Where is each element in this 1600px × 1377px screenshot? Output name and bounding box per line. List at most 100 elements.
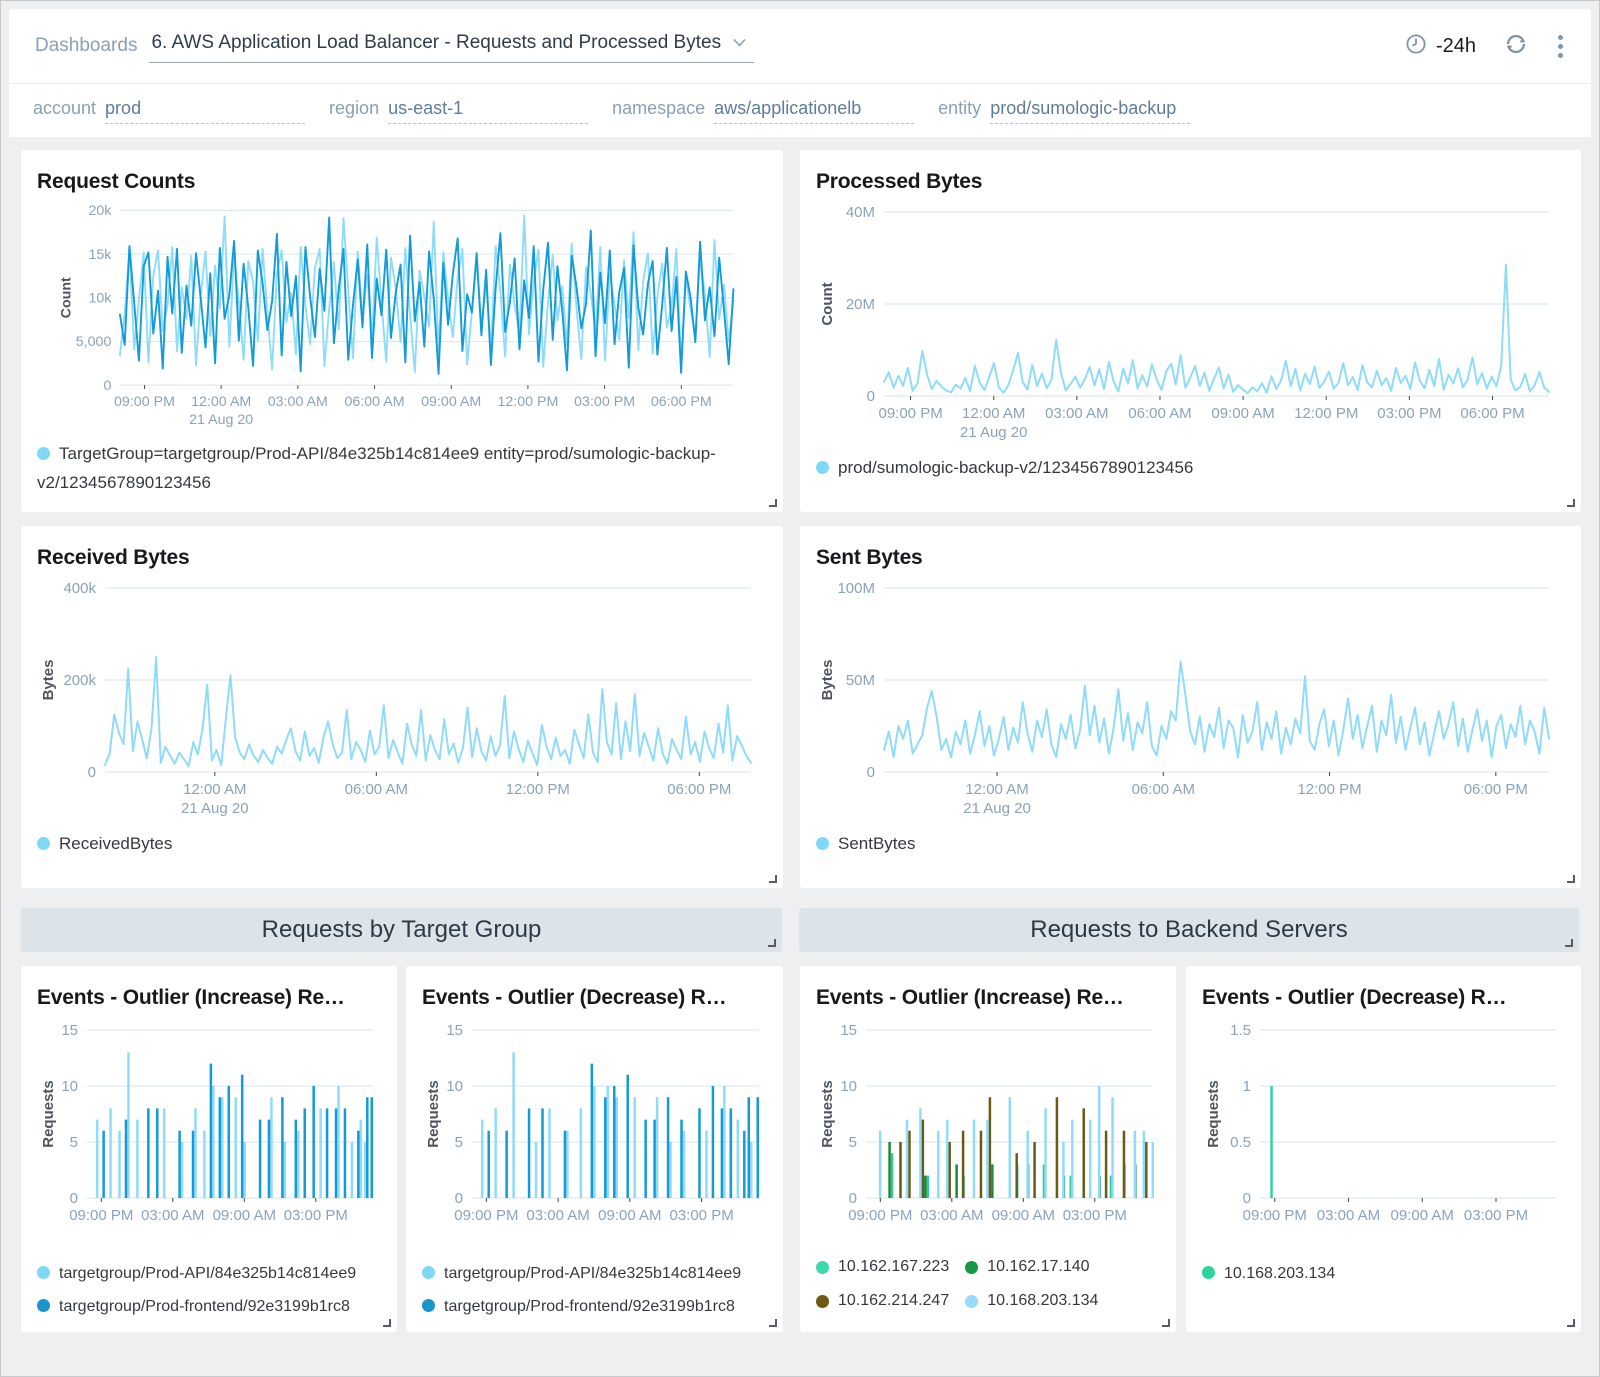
legend-item[interactable]: targetgroup/Prod-frontend/92e3199b1rc8 [422, 1298, 767, 1316]
svg-text:03:00 PM: 03:00 PM [1464, 1207, 1528, 1224]
legend-item[interactable]: targetgroup/Prod-API/84e325b14c814ee9 [422, 1265, 767, 1283]
svg-text:5,000: 5,000 [76, 334, 112, 350]
legend-item[interactable]: 10.168.203.134 [1202, 1265, 1565, 1283]
legend-dot-icon [37, 447, 50, 460]
panel-title: Events - Outlier (Increase) Re… [21, 966, 397, 1010]
legend-item[interactable]: targetgroup/Prod-frontend/92e3199b1rc8 [37, 1298, 381, 1316]
legend-label: 10.162.214.247 [838, 1292, 949, 1310]
svg-text:09:00 AM: 09:00 AM [213, 1207, 276, 1224]
received-bytes-chart[interactable]: 0200k400k12:00 AM21 Aug 2006:00 AM12:00 … [37, 576, 767, 826]
panel-title: Processed Bytes [800, 150, 1581, 194]
legend-dot-icon [816, 1295, 829, 1308]
svg-text:200k: 200k [63, 672, 96, 689]
chart-legend: prod/sumologic-backup-v2/123456789012345… [800, 450, 1581, 497]
legend-dot-icon [422, 1266, 435, 1279]
svg-text:40M: 40M [846, 204, 875, 221]
svg-text:06:00 AM: 06:00 AM [344, 394, 404, 410]
filter-entity: entity prod/sumologic-backup [938, 98, 1190, 124]
panel-outlier-increase-targetgroup: Events - Outlier (Increase) Re… 05101509… [21, 966, 397, 1332]
svg-text:Requests: Requests [1205, 1080, 1222, 1148]
legend-item[interactable]: prod/sumologic-backup-v2/123456789012345… [816, 458, 1193, 477]
filter-entity-value[interactable]: prod/sumologic-backup [990, 98, 1190, 124]
svg-text:06:00 PM: 06:00 PM [651, 394, 712, 410]
svg-text:03:00 AM: 03:00 AM [268, 394, 328, 410]
dashboard-title-dropdown[interactable]: 6. AWS Application Load Balancer - Reque… [149, 30, 754, 63]
svg-text:09:00 AM: 09:00 AM [598, 1207, 661, 1224]
svg-text:12:00 AM: 12:00 AM [965, 781, 1028, 798]
outlier-increase-targetgroup-chart[interactable]: 05101509:00 PM03:00 AM09:00 AM03:00 PMRe… [37, 1016, 381, 1246]
filter-namespace-value[interactable]: aws/applicationelb [714, 98, 914, 124]
legend-label: SentBytes [838, 834, 916, 853]
svg-text:03:00 PM: 03:00 PM [574, 394, 635, 410]
chart-legend: targetgroup/Prod-API/84e325b14c814ee9 tar… [406, 1246, 783, 1330]
svg-text:21 Aug 20: 21 Aug 20 [963, 800, 1031, 817]
refresh-icon[interactable] [1504, 32, 1528, 61]
legend-item[interactable]: 10.162.17.140 [965, 1258, 1098, 1276]
filter-account-value[interactable]: prod [105, 98, 305, 124]
legend-dot-icon [816, 461, 829, 474]
breadcrumb[interactable]: Dashboards [35, 35, 137, 57]
legend-item[interactable]: ReceivedBytes [37, 834, 172, 853]
svg-text:09:00 PM: 09:00 PM [878, 405, 942, 422]
legend-item[interactable]: 10.162.167.223 [816, 1258, 949, 1276]
resize-handle[interactable] [769, 1319, 777, 1327]
svg-text:10: 10 [446, 1078, 463, 1095]
svg-text:100M: 100M [837, 580, 875, 597]
legend-dot-icon [816, 1261, 829, 1274]
resize-handle[interactable] [1567, 499, 1575, 507]
svg-text:0: 0 [867, 388, 875, 405]
svg-text:09:00 PM: 09:00 PM [848, 1207, 912, 1224]
legend-item[interactable]: SentBytes [816, 834, 916, 853]
svg-text:03:00 PM: 03:00 PM [1377, 405, 1441, 422]
processed-bytes-chart[interactable]: 020M40M09:00 PM12:00 AM21 Aug 2003:00 AM… [816, 200, 1565, 450]
legend-label: 10.162.167.223 [838, 1258, 949, 1276]
filter-label: account [33, 98, 96, 119]
svg-text:03:00 AM: 03:00 AM [141, 1207, 204, 1224]
svg-text:5: 5 [70, 1134, 78, 1151]
section-header-target-group: Requests by Target Group [21, 908, 782, 952]
svg-text:0: 0 [1243, 1190, 1251, 1207]
more-options-icon[interactable] [1556, 33, 1565, 60]
outlier-decrease-backend-chart[interactable]: 00.511.509:00 PM03:00 AM09:00 AM03:00 PM… [1202, 1016, 1565, 1246]
outlier-increase-backend-chart[interactable]: 05101509:00 PM03:00 AM09:00 AM03:00 PMRe… [816, 1016, 1160, 1246]
sent-bytes-chart[interactable]: 050M100M12:00 AM21 Aug 2006:00 AM12:00 P… [816, 576, 1565, 826]
resize-handle[interactable] [1162, 1319, 1170, 1327]
svg-text:0: 0 [70, 1190, 78, 1207]
svg-text:09:00 PM: 09:00 PM [69, 1207, 133, 1224]
resize-handle[interactable] [769, 499, 777, 507]
filter-region-value[interactable]: us-east-1 [388, 98, 588, 124]
svg-text:0: 0 [867, 764, 875, 781]
svg-text:09:00 PM: 09:00 PM [454, 1207, 518, 1224]
legend-item[interactable]: 10.162.214.247 [816, 1292, 949, 1310]
resize-handle[interactable] [768, 939, 776, 947]
panel-request-counts: Request Counts 05,00010k15k20k09:00 PM12… [21, 150, 783, 512]
resize-handle[interactable] [383, 1319, 391, 1327]
svg-text:400k: 400k [63, 580, 96, 597]
resize-handle[interactable] [1565, 939, 1573, 947]
request-counts-chart[interactable]: 05,00010k15k20k09:00 PM12:00 AM21 Aug 20… [37, 199, 767, 436]
chart-legend: 10.168.203.134 [1186, 1246, 1581, 1297]
resize-handle[interactable] [769, 875, 777, 883]
svg-text:12:00 PM: 12:00 PM [1294, 405, 1358, 422]
panel-outlier-decrease-targetgroup: Events - Outlier (Decrease) R… 05101509:… [406, 966, 783, 1332]
svg-text:09:00 PM: 09:00 PM [114, 394, 175, 410]
svg-text:03:00 AM: 03:00 AM [920, 1207, 983, 1224]
resize-handle[interactable] [1567, 875, 1575, 883]
legend-item[interactable]: TargetGroup=targetgroup/Prod-API/84e325b… [37, 444, 716, 492]
legend-item[interactable]: 10.168.203.134 [965, 1292, 1098, 1310]
filter-label: namespace [612, 98, 705, 119]
svg-text:21 Aug 20: 21 Aug 20 [189, 412, 253, 428]
svg-text:0.5: 0.5 [1230, 1134, 1251, 1151]
legend-label: targetgroup/Prod-frontend/92e3199b1rc8 [59, 1298, 350, 1315]
time-range-button[interactable]: -24h [1405, 33, 1476, 60]
svg-text:15: 15 [840, 1022, 857, 1039]
filter-label: region [329, 98, 379, 119]
svg-text:0: 0 [88, 764, 96, 781]
outlier-decrease-targetgroup-chart[interactable]: 05101509:00 PM03:00 AM09:00 AM03:00 PMRe… [422, 1016, 767, 1246]
svg-text:12:00 AM: 12:00 AM [183, 781, 246, 798]
top-bar: Dashboards 6. AWS Application Load Balan… [9, 9, 1591, 83]
page-title: 6. AWS Application Load Balancer - Reque… [151, 32, 721, 54]
resize-handle[interactable] [1567, 1319, 1575, 1327]
legend-item[interactable]: targetgroup/Prod-API/84e325b14c814ee9 [37, 1265, 381, 1283]
svg-text:09:00 AM: 09:00 AM [1391, 1207, 1454, 1224]
